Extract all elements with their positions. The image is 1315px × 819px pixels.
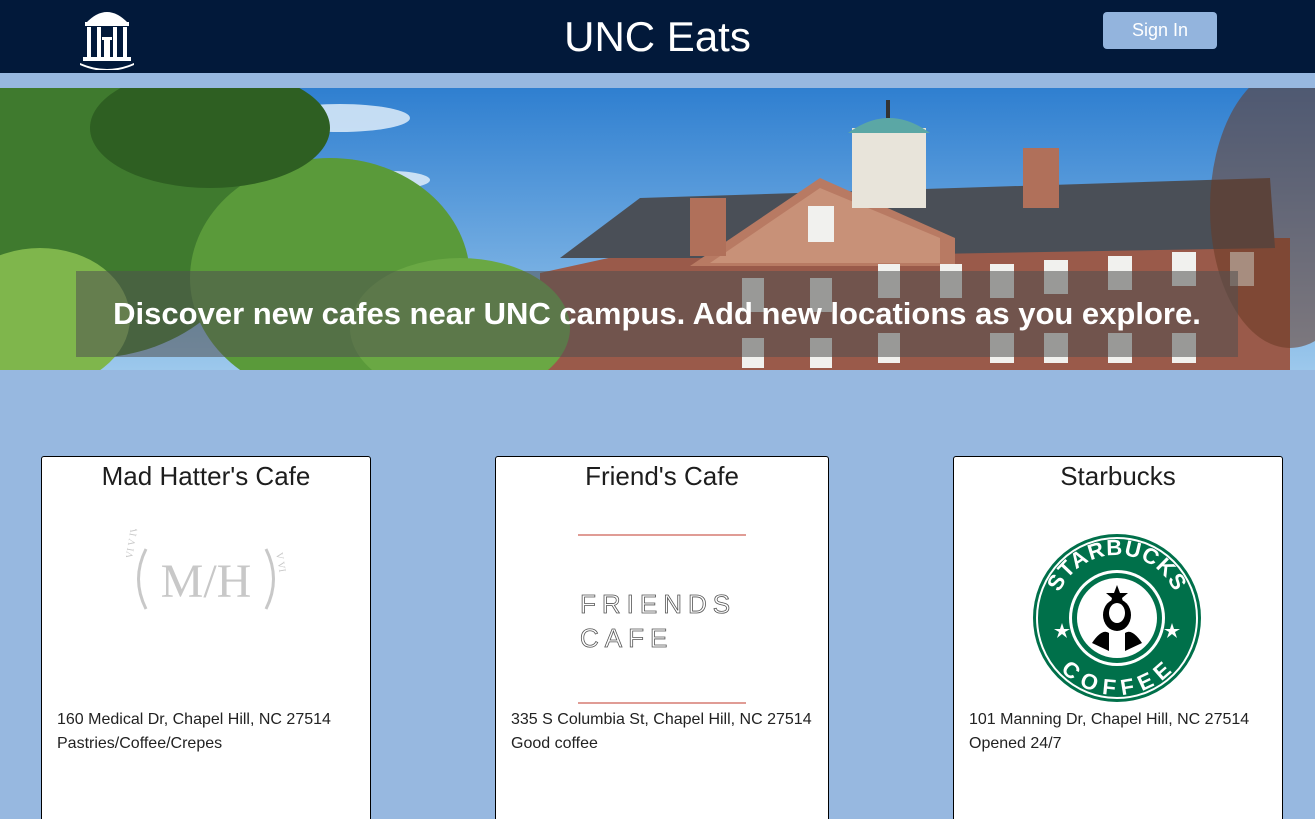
- mad-hatter-monogram: M/H: [161, 555, 252, 608]
- cafe-card[interactable]: Friend's Cafe FRIENDS CAFE 335 S Columbi…: [495, 456, 829, 819]
- cafe-name: Friend's Cafe: [585, 461, 739, 491]
- cafe-name: Mad Hatter's Cafe: [101, 461, 311, 491]
- cafe-card[interactable]: Starbucks STARBUCKS COFFEE 101 Manning D…: [953, 456, 1283, 819]
- cafe-wordmark: CAFE: [580, 623, 673, 653]
- mad-hatter-logo: M/H VI V IV V VI: [124, 524, 287, 629]
- hero-banner: Discover new cafes near UNC campus. Add …: [0, 88, 1315, 370]
- sign-in-button[interactable]: Sign In: [1103, 12, 1217, 49]
- svg-text:VI V IV: VI V IV: [126, 529, 141, 560]
- cafe-address: 160 Medical Dr, Chapel Hill, NC 27514: [57, 711, 331, 728]
- hero-tagline: Discover new cafes near UNC campus. Add …: [113, 296, 1201, 331]
- svg-text:V VI: V VI: [273, 552, 286, 574]
- starbucks-logo: STARBUCKS COFFEE: [1032, 533, 1202, 703]
- cafe-address: 335 S Columbia St, Chapel Hill, NC 27514: [511, 711, 812, 728]
- cafe-name: Starbucks: [1060, 461, 1176, 491]
- friends-wordmark: FRIENDS: [580, 589, 736, 619]
- cafe-address: 101 Manning Dr, Chapel Hill, NC 27514: [969, 711, 1250, 728]
- cafe-description: Pastries/Coffee/Crepes: [57, 735, 223, 752]
- cafe-card[interactable]: Mad Hatter's Cafe M/H VI V IV V VI 160 M…: [41, 456, 371, 819]
- friends-cafe-logo: FRIENDS CAFE: [576, 533, 748, 705]
- cafe-description: Opened 24/7: [969, 735, 1062, 752]
- top-navbar: UNC Eats Sign In: [0, 0, 1315, 73]
- cafe-description: Good coffee: [511, 735, 598, 752]
